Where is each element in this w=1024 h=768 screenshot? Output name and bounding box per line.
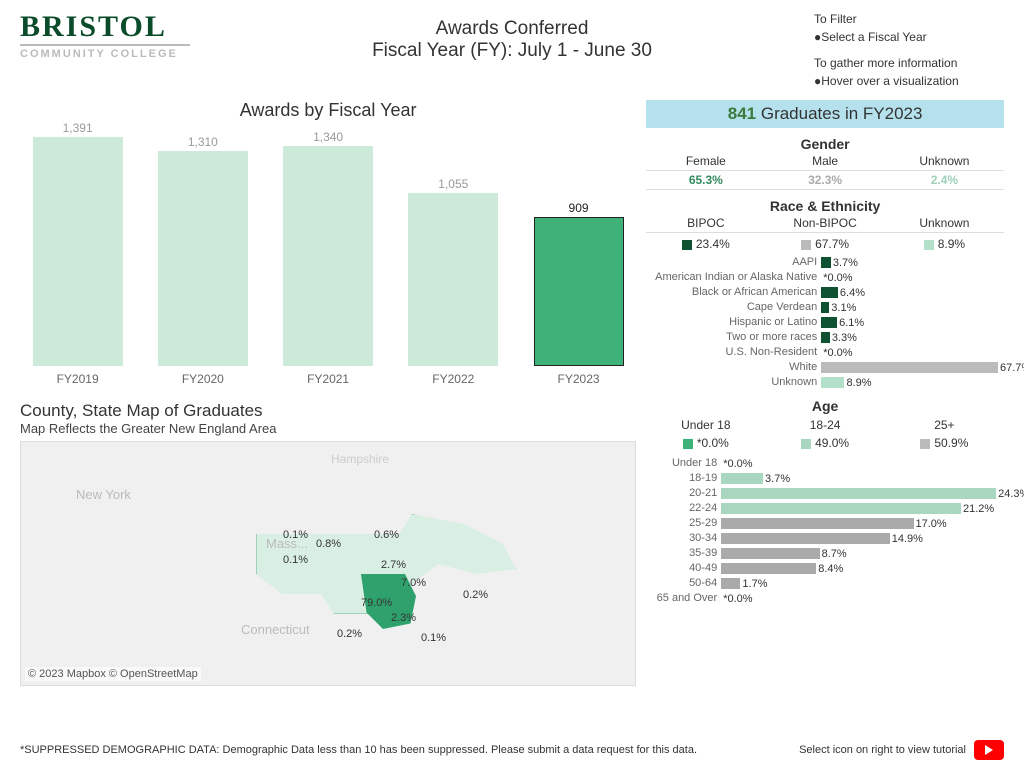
race-cat-nonbipoc: Non-BIPOC [765,216,884,230]
race-legend-vals: 23.4% 67.7% 8.9% [646,233,1004,255]
instr-l4: ●Hover over a visualization [814,72,1004,90]
awards-bar-chart[interactable]: 1,391FY20191,310FY20201,340FY20211,055FY… [20,126,636,386]
map-pct-label: 79.0% [361,597,392,609]
map-pct-label: 7.0% [401,577,426,589]
instr-l1: To Filter [814,10,1004,28]
map-pct-label: 0.2% [463,589,488,601]
map-subtitle: Map Reflects the Greater New England Are… [20,421,636,436]
gender-cats: Female Male Unknown [646,152,1004,171]
map-pct-label: 0.1% [283,529,308,541]
race-title: Race & Ethnicity [646,198,1004,214]
page-title: Awards Conferred Fiscal Year (FY): July … [372,18,652,62]
gender-vals: 65.3% 32.3% 2.4% [646,171,1004,190]
logo: BRISTOL COMMUNITY COLLEGE [20,10,190,90]
hbar-row[interactable]: AAPI3.7% [646,255,1004,270]
age-val-u18: *0.0% [646,436,765,450]
hbar-row[interactable]: 20-2124.3% [646,486,1004,501]
logo-sub: COMMUNITY COLLEGE [20,44,190,60]
map-pct-label: 0.2% [337,628,362,640]
hbar-row[interactable]: 18-193.7% [646,471,1004,486]
map-state-ny: New York [76,487,131,502]
map-attribution: © 2023 Mapbox © OpenStreetMap [25,667,201,681]
bar-fy2023[interactable]: 909FY2023 [521,201,636,386]
instr-l3: To gather more information [814,54,1004,72]
bar-fy2020[interactable]: 1,310FY2020 [145,135,260,386]
hbar-row[interactable]: Unknown8.9% [646,375,1004,390]
hbar-row[interactable]: Hispanic or Latino6.1% [646,315,1004,330]
race-cat-bipoc: BIPOC [646,216,765,230]
youtube-icon[interactable] [974,740,1004,760]
hbar-row[interactable]: 25-2917.0% [646,516,1004,531]
race-val-bipoc: 23.4% [646,237,765,251]
logo-main: BRISTOL [20,10,190,44]
age-val-1824: 49.0% [765,436,884,450]
hbar-row[interactable]: White67.7% [646,360,1004,375]
gender-cat-unknown: Unknown [885,154,1004,168]
hbar-row[interactable]: 65 and Over*0.0% [646,591,1004,606]
footer-tutorial: Select icon on right to view tutorial [799,744,966,756]
age-val-25p: 50.9% [885,436,1004,450]
race-bar-chart[interactable]: AAPI3.7%American Indian or Alaska Native… [646,255,1004,390]
race-cat-unknown: Unknown [885,216,1004,230]
footer-note: *SUPPRESSED DEMOGRAPHIC DATA: Demographi… [20,744,697,756]
gender-val-female: 65.3% [646,173,765,187]
map-pct-label: 0.1% [283,554,308,566]
race-legend-cats: BIPOC Non-BIPOC Unknown [646,214,1004,233]
map-title: County, State Map of Graduates [20,401,636,421]
age-legend-vals: *0.0% 49.0% 50.9% [646,436,1004,450]
hbar-row[interactable]: Cape Verdean3.1% [646,300,1004,315]
title-line1: Awards Conferred [372,18,652,40]
map-pct-label: 0.6% [374,529,399,541]
map-pct-label: 0.1% [421,632,446,644]
hbar-row[interactable]: 30-3414.9% [646,531,1004,546]
hbar-row[interactable]: 50-641.7% [646,576,1004,591]
instr-l2: ●Select a Fiscal Year [814,28,1004,46]
hbar-row[interactable]: U.S. Non-Resident*0.0% [646,345,1004,360]
map-pct-label: 2.3% [391,612,416,624]
graduates-suffix: Graduates in FY2023 [756,104,922,123]
map-pct-label: 0.8% [316,538,341,550]
gender-cat-female: Female [646,154,765,168]
hbar-row[interactable]: Under 18*0.0% [646,456,1004,471]
race-val-nonbipoc: 67.7% [765,237,884,251]
graduates-header: 841 Graduates in FY2023 [646,100,1004,128]
graduates-count: 841 [728,104,756,123]
map-pct-label: 2.7% [381,559,406,571]
graduates-map[interactable]: New York Mass... Connecticut Hampshire 0… [20,441,636,686]
hbar-row[interactable]: 22-2421.2% [646,501,1004,516]
gender-title: Gender [646,136,1004,152]
hbar-row[interactable]: Black or African American6.4% [646,285,1004,300]
age-cat-1824: 18-24 [765,418,884,432]
age-bar-chart[interactable]: Under 18*0.0%18-193.7%20-2124.3%22-2421.… [646,456,1004,606]
hbar-row[interactable]: 35-398.7% [646,546,1004,561]
instructions: To Filter ●Select a Fiscal Year To gathe… [814,10,1004,90]
race-val-unknown: 8.9% [885,237,1004,251]
bar-fy2021[interactable]: 1,340FY2021 [270,130,385,386]
map-state-nh: Hampshire [331,452,389,466]
gender-val-unknown: 2.4% [885,173,1004,187]
bar-fy2022[interactable]: 1,055FY2022 [396,177,511,386]
hbar-row[interactable]: 40-498.4% [646,561,1004,576]
map-state-ct: Connecticut [241,622,310,637]
age-title: Age [646,398,1004,414]
title-line2: Fiscal Year (FY): July 1 - June 30 [372,40,652,62]
age-legend-cats: Under 18 18-24 25+ [646,418,1004,432]
hbar-row[interactable]: American Indian or Alaska Native*0.0% [646,270,1004,285]
age-cat-25p: 25+ [885,418,1004,432]
gender-cat-male: Male [765,154,884,168]
hbar-row[interactable]: Two or more races3.3% [646,330,1004,345]
gender-val-male: 32.3% [765,173,884,187]
awards-chart-title: Awards by Fiscal Year [20,100,636,121]
bar-fy2019[interactable]: 1,391FY2019 [20,121,135,386]
age-cat-u18: Under 18 [646,418,765,432]
